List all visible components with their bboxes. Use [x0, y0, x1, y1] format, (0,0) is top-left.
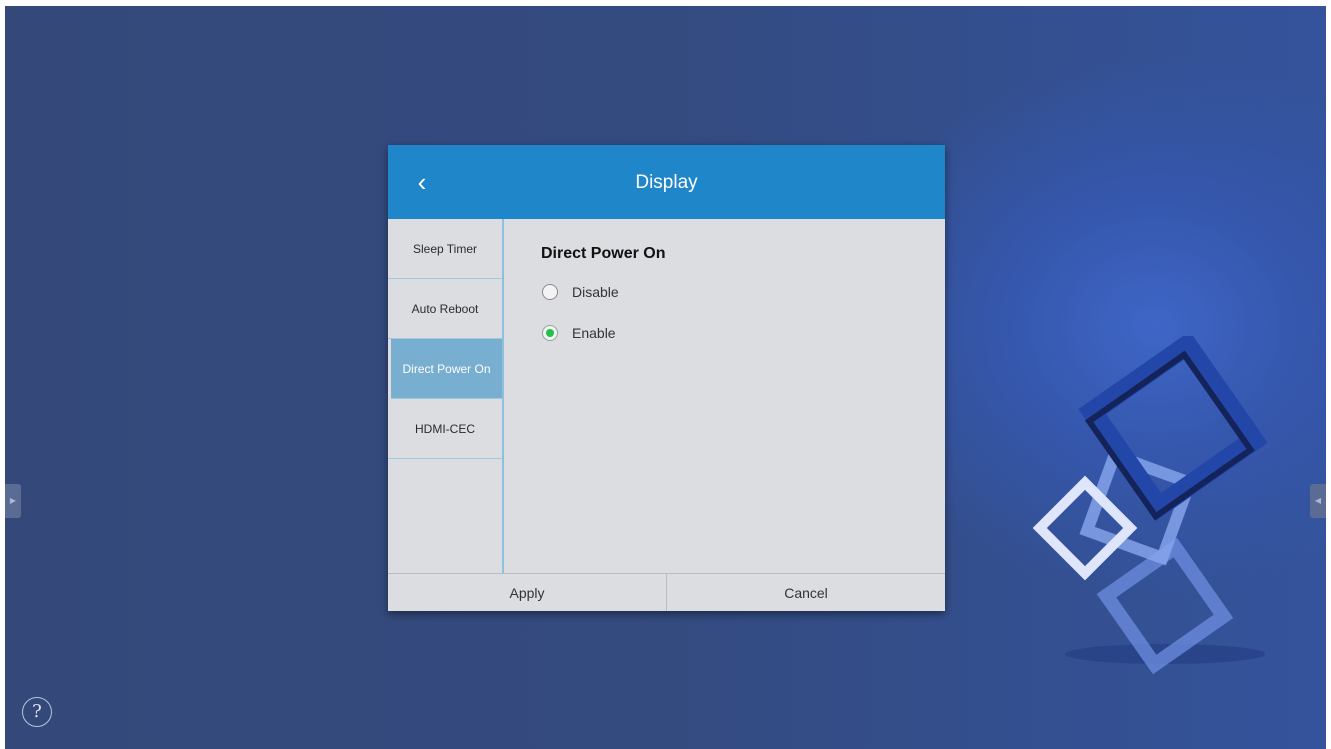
- radio-label-disable: Disable: [572, 284, 619, 300]
- sidebar-item-auto-reboot[interactable]: Auto Reboot: [388, 279, 502, 339]
- radio-button-disable[interactable]: [542, 284, 558, 300]
- settings-sidebar: Sleep Timer Auto Reboot Direct Power On …: [388, 219, 504, 573]
- dialog-title: Display: [635, 172, 698, 193]
- arrow-left-icon: ◀: [1314, 496, 1322, 505]
- cancel-button[interactable]: Cancel: [667, 574, 945, 611]
- radio-selected-dot: [546, 329, 554, 337]
- section-title: Direct Power On: [541, 245, 666, 262]
- decorative-cubes-graphic: [1032, 336, 1268, 675]
- radio-option-disable[interactable]: Disable: [542, 284, 619, 300]
- left-edge-toggle[interactable]: ▶: [5, 484, 21, 518]
- sidebar-item-sleep-timer[interactable]: Sleep Timer: [388, 219, 502, 279]
- display-settings-dialog: ‹ Display Sleep Timer Auto Reboot Direct…: [388, 145, 945, 611]
- radio-option-enable[interactable]: Enable: [542, 325, 616, 341]
- help-button[interactable]: ?: [22, 697, 52, 727]
- desktop-background: ▶ ◀ ‹ Display Sleep Timer Auto Reboot Di…: [5, 6, 1326, 749]
- dialog-footer: Apply Cancel: [388, 573, 945, 611]
- settings-content: Direct Power On Disable Enable: [504, 219, 945, 573]
- arrow-right-icon: ▶: [9, 496, 17, 505]
- sidebar-item-direct-power-on[interactable]: Direct Power On: [391, 339, 502, 399]
- question-circle-icon: ?: [32, 701, 42, 722]
- radio-label-enable: Enable: [572, 325, 616, 341]
- radio-button-enable[interactable]: [542, 325, 558, 341]
- sidebar-item-hdmi-cec[interactable]: HDMI-CEC: [388, 399, 502, 459]
- right-edge-toggle[interactable]: ◀: [1310, 484, 1326, 518]
- apply-button[interactable]: Apply: [388, 574, 667, 611]
- dialog-header: ‹ Display: [388, 145, 945, 219]
